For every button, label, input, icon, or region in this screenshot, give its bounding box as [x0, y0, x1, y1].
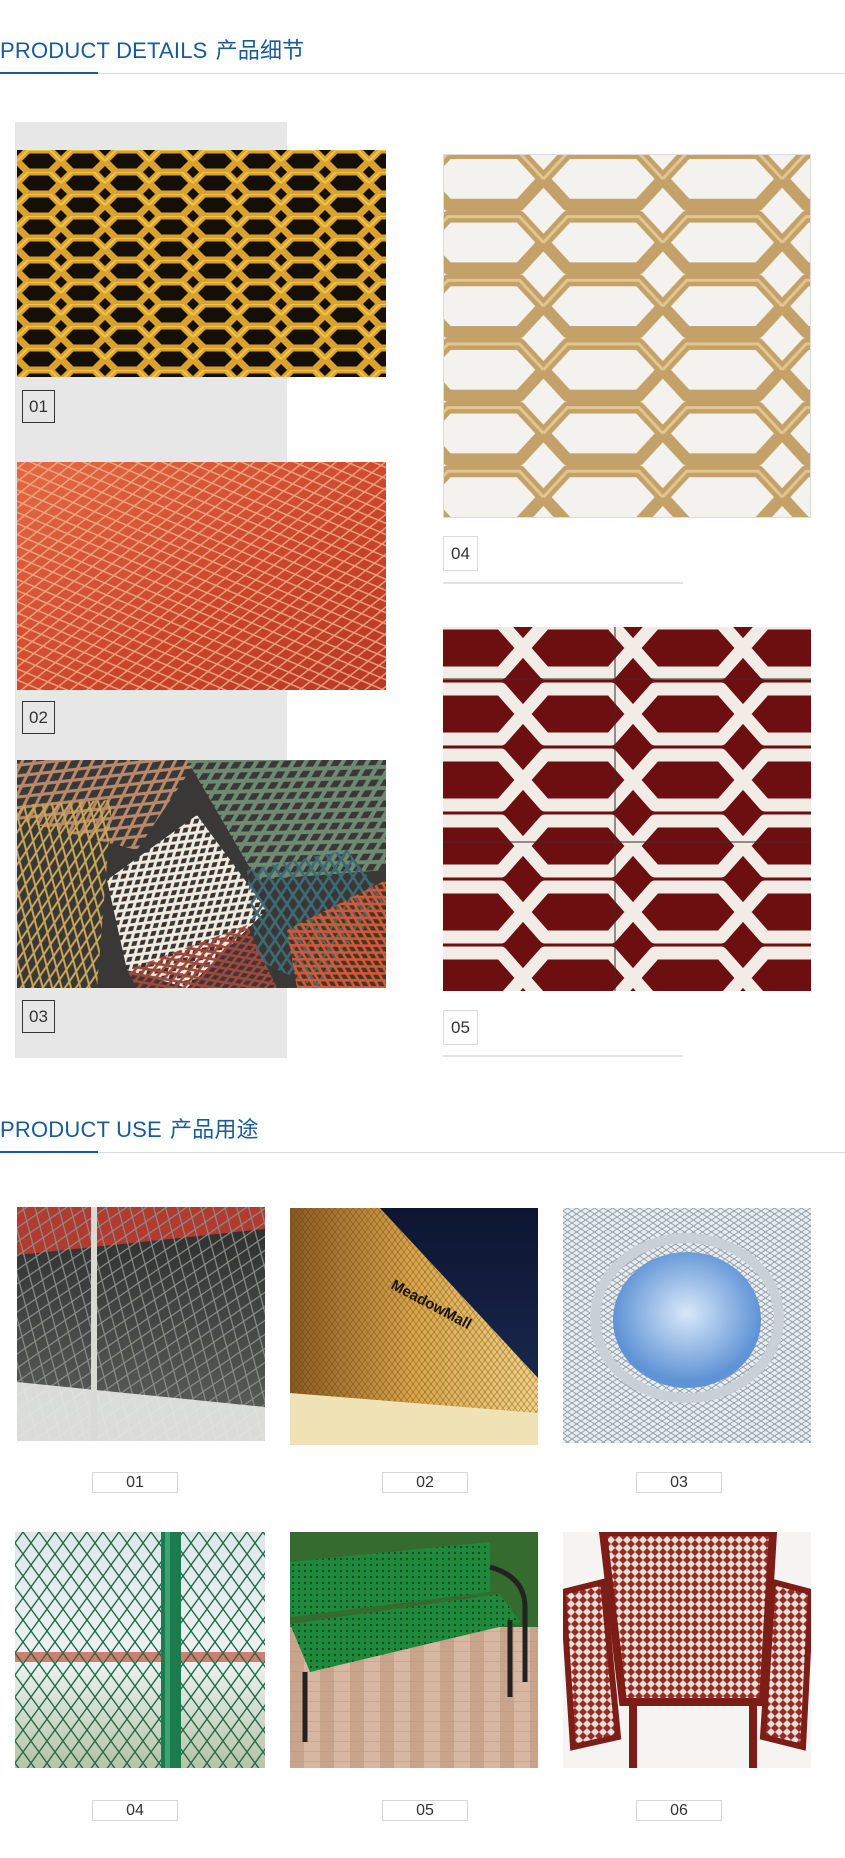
use-title-rule [0, 1152, 845, 1153]
detail-image-03[interactable] [17, 760, 386, 988]
use-label-03: 03 [636, 1472, 722, 1493]
use-title-cn: 产品用途 [169, 1118, 259, 1143]
details-section-title: PRODUCT DETAILS 产品细节 [0, 33, 304, 65]
detail-image-01[interactable] [17, 150, 386, 377]
use-label-06: 06 [636, 1800, 722, 1821]
use-title-en: PRODUCT USE [0, 1117, 162, 1142]
details-title-en: PRODUCT DETAILS [0, 38, 208, 63]
use-label-05: 05 [382, 1800, 468, 1821]
detail-image-05[interactable] [443, 627, 811, 991]
detail-number-01: 01 [22, 390, 55, 423]
detail-number-04: 04 [443, 536, 478, 571]
use-image-01[interactable] [17, 1207, 265, 1441]
use-title-accent [0, 1151, 98, 1153]
use-label-01: 01 [92, 1472, 178, 1493]
use-image-05[interactable] [290, 1532, 538, 1768]
use-image-03[interactable] [563, 1208, 811, 1443]
detail-number-05: 05 [443, 1010, 478, 1045]
detail-05-underline [443, 1055, 683, 1057]
detail-number-02: 02 [22, 701, 55, 734]
use-image-04[interactable] [15, 1532, 265, 1768]
details-title-cn: 产品细节 [215, 39, 305, 64]
detail-image-02[interactable] [17, 462, 386, 690]
detail-image-04[interactable] [443, 154, 811, 518]
detail-number-03: 03 [22, 1000, 55, 1033]
use-section-title: PRODUCT USE 产品用途 [0, 1112, 259, 1144]
use-label-04: 04 [92, 1800, 178, 1821]
use-label-02: 02 [382, 1472, 468, 1493]
use-image-02[interactable]: MeadowMall [290, 1208, 538, 1445]
use-image-06[interactable] [563, 1532, 811, 1768]
details-title-accent [0, 72, 98, 74]
detail-04-underline [443, 582, 683, 584]
details-title-rule [0, 73, 845, 74]
